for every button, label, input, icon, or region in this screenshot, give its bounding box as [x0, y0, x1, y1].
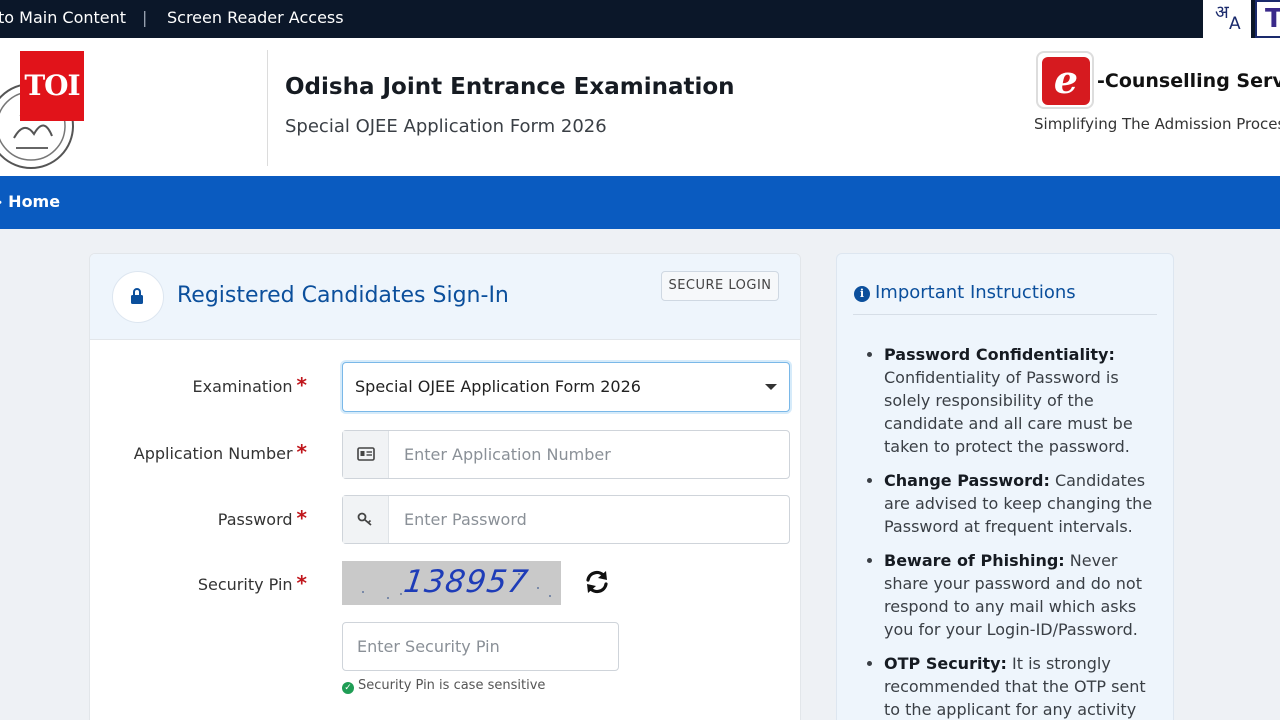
password-label: Password * — [218, 506, 307, 530]
security-pin-hint-text: Security Pin is case sensitive — [358, 678, 546, 693]
application-number-label: Application Number * — [134, 440, 307, 464]
instructions-panel: i Important Instructions Password Confide… — [836, 253, 1174, 720]
instructions-title-text: Important Instructions — [875, 282, 1076, 303]
instruction-text: Confidentiality of Password is solely re… — [884, 368, 1133, 456]
examination-label-text: Examination — [192, 377, 293, 396]
instructions-divider — [853, 314, 1157, 315]
screen-reader-access-link[interactable]: Screen Reader Access — [167, 8, 344, 27]
instruction-heading: Change Password: — [884, 471, 1050, 490]
e-counselling-logo: e — [1036, 51, 1094, 109]
secure-login-badge: SECURE LOGIN — [661, 271, 779, 301]
home-prefix-icon: › — [0, 192, 3, 211]
toi-watermark: TOI — [20, 51, 84, 121]
instruction-heading: OTP Security: — [884, 654, 1007, 673]
id-card-addon — [343, 431, 389, 478]
signin-card-header: Registered Candidates Sign-In SECURE LOG… — [90, 254, 800, 340]
hindi-glyph: अ — [1215, 2, 1229, 23]
required-star: * — [296, 440, 307, 464]
info-icon: i — [854, 286, 870, 302]
nav-home-link[interactable]: › Home — [0, 192, 60, 211]
instructions-title: i Important Instructions — [854, 282, 1076, 303]
password-group — [342, 495, 790, 544]
application-number-input[interactable] — [390, 431, 789, 478]
chevron-down-icon — [765, 384, 777, 390]
lock-icon — [131, 288, 143, 304]
key-addon — [343, 496, 389, 543]
instruction-heading: Beware of Phishing: — [884, 551, 1065, 570]
application-label-row: Application Number * — [90, 440, 307, 464]
site-header: TOI Odisha Joint Entrance Examination Sp… — [0, 38, 1280, 176]
instruction-item: Beware of Phishing: Never share your pas… — [884, 549, 1156, 641]
required-star: * — [296, 373, 307, 397]
password-label-row: Password * — [90, 506, 307, 530]
main-nav: › Home — [0, 176, 1280, 229]
header-divider — [267, 50, 268, 166]
examination-selected-value: Special OJEE Application Form 2026 — [355, 377, 641, 396]
lock-badge — [112, 271, 164, 323]
signin-card: Registered Candidates Sign-In SECURE LOG… — [89, 253, 801, 720]
instruction-heading: Password Confidentiality: — [884, 345, 1115, 364]
required-star: * — [296, 571, 307, 595]
captcha-noise — [537, 587, 539, 589]
security-pin-label-row: Security Pin * — [90, 571, 307, 595]
password-label-text: Password — [217, 510, 293, 529]
exam-subtitle: Special OJEE Application Form 2026 — [285, 116, 607, 137]
instruction-item: Password Confidentiality: Confidentiality… — [884, 343, 1156, 458]
examination-label: Examination * — [193, 373, 307, 397]
password-input[interactable] — [390, 496, 789, 543]
e-counselling-tagline: Simplifying The Admission Process — [1034, 115, 1280, 133]
captcha-noise — [549, 595, 551, 597]
examination-select[interactable]: Special OJEE Application Form 2026 — [342, 362, 790, 412]
language-toggle-button[interactable]: अ A — [1203, 0, 1251, 38]
instruction-item: OTP Security: It is strongly recommended… — [884, 652, 1156, 720]
check-circle-icon: ✓ — [342, 682, 354, 694]
top-bar: to Main Content | Screen Reader Access अ… — [0, 0, 1280, 38]
refresh-captcha-icon[interactable] — [584, 568, 610, 596]
security-pin-label: Security Pin * — [198, 571, 307, 595]
security-pin-label-text: Security Pin — [197, 575, 293, 594]
required-star: * — [296, 506, 307, 530]
captcha-image: 138957 — [342, 561, 561, 605]
key-icon — [357, 512, 372, 526]
id-card-icon — [357, 447, 375, 461]
application-label-text: Application Number — [133, 444, 293, 463]
captcha-noise — [387, 597, 389, 599]
security-pin-hint: ✓ Security Pin is case sensitive — [342, 678, 545, 694]
e-logo-letter: e — [1042, 57, 1090, 105]
english-glyph: A — [1229, 14, 1241, 34]
captcha-noise — [362, 591, 364, 593]
captcha-code: 138957 — [401, 564, 531, 600]
exam-title: Odisha Joint Entrance Examination — [285, 74, 735, 100]
e-counselling-title: -Counselling Services — [1097, 70, 1280, 92]
security-pin-input[interactable] — [342, 622, 619, 671]
text-size-button[interactable]: T — [1255, 0, 1280, 38]
nav-home-label: Home — [8, 192, 61, 211]
instructions-list: Password Confidentiality: Confidentiality… — [884, 343, 1156, 720]
skip-to-main-content-link[interactable]: to Main Content — [0, 8, 126, 27]
signin-title: Registered Candidates Sign-In — [177, 283, 509, 308]
application-number-group — [342, 430, 790, 479]
topbar-separator: | — [142, 8, 148, 27]
instruction-item: Change Password: Candidates are advised … — [884, 469, 1156, 538]
examination-label-row: Examination * — [90, 373, 307, 397]
